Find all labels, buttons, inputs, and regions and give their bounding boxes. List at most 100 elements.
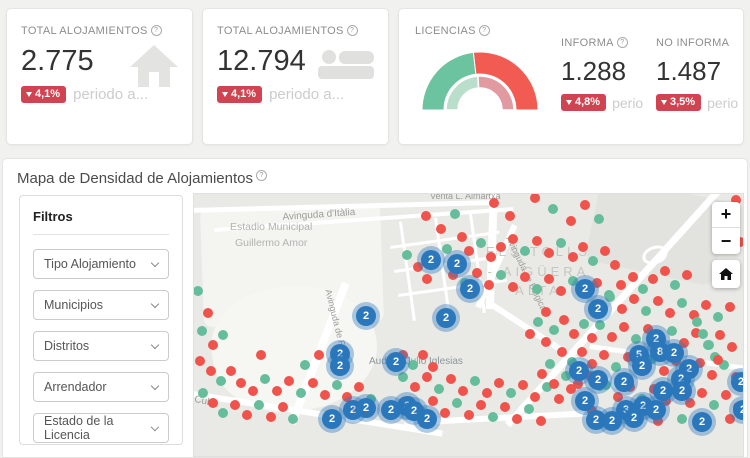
marker-red[interactable] — [530, 392, 540, 402]
marker-red[interactable] — [482, 388, 492, 398]
marker-red[interactable] — [599, 350, 609, 360]
marker-cluster[interactable]: 2 — [421, 250, 441, 270]
filter-dropdown[interactable]: Arrendador — [33, 372, 169, 402]
marker-green[interactable] — [548, 204, 558, 214]
marker-red[interactable] — [715, 330, 725, 340]
marker-red[interactable] — [607, 332, 617, 342]
marker-red[interactable] — [496, 242, 506, 252]
marker-green[interactable] — [533, 317, 543, 327]
marker-cluster[interactable]: 2 — [322, 409, 342, 429]
zoom-out-button[interactable]: − — [712, 228, 740, 254]
marker-green[interactable] — [709, 400, 719, 410]
marker-red[interactable] — [518, 380, 528, 390]
filter-dropdown[interactable]: Estado de la Licencia — [33, 413, 169, 443]
marker-cluster[interactable]: 2 — [569, 361, 589, 381]
marker-red[interactable] — [458, 386, 468, 396]
marker-red[interactable] — [494, 378, 504, 388]
marker-red[interactable] — [619, 322, 629, 332]
marker-green[interactable] — [442, 244, 452, 254]
marker-red[interactable] — [616, 280, 626, 290]
marker-green[interactable] — [218, 408, 228, 418]
marker-red[interactable] — [530, 193, 540, 203]
marker-red[interactable] — [418, 350, 428, 360]
marker-green[interactable] — [692, 317, 702, 327]
marker-red[interactable] — [242, 410, 252, 420]
marker-red[interactable] — [541, 307, 551, 317]
marker-green[interactable] — [254, 400, 264, 410]
marker-green[interactable] — [450, 209, 460, 219]
marker-green[interactable] — [667, 326, 677, 336]
marker-green[interactable] — [524, 404, 534, 414]
marker-green[interactable] — [670, 280, 680, 290]
marker-red[interactable] — [721, 390, 731, 400]
marker-cluster[interactable]: 2 — [672, 381, 692, 401]
marker-red[interactable] — [236, 378, 246, 388]
marker-red[interactable] — [476, 400, 486, 410]
marker-cluster[interactable]: 2 — [653, 381, 673, 401]
marker-red[interactable] — [665, 308, 675, 318]
marker-red[interactable] — [266, 412, 276, 422]
marker-cluster[interactable]: 2 — [624, 408, 644, 428]
marker-red[interactable] — [320, 390, 330, 400]
marker-green[interactable] — [296, 388, 306, 398]
marker-red[interactable] — [541, 337, 551, 347]
marker-red[interactable] — [410, 382, 420, 392]
marker-cluster[interactable]: 2 — [386, 352, 406, 372]
help-icon[interactable]: ? — [347, 25, 358, 36]
marker-red[interactable] — [578, 242, 588, 252]
marker-red[interactable] — [203, 308, 213, 318]
marker-green[interactable] — [402, 250, 412, 260]
marker-red[interactable] — [421, 211, 431, 221]
marker-red[interactable] — [464, 410, 474, 420]
marker-red[interactable] — [428, 396, 438, 406]
marker-red[interactable] — [278, 402, 288, 412]
marker-green[interactable] — [594, 214, 604, 224]
marker-red[interactable] — [284, 376, 294, 386]
marker-red[interactable] — [512, 414, 522, 424]
marker-red[interactable] — [697, 388, 707, 398]
marker-green[interactable] — [698, 329, 708, 339]
marker-green[interactable] — [470, 376, 480, 386]
help-icon[interactable]: ? — [479, 25, 490, 36]
marker-green[interactable] — [588, 256, 598, 266]
density-map[interactable]: + − Venta L. AlmartxaAvinguda d'ItàliaAv… — [193, 193, 744, 457]
marker-red[interactable] — [628, 272, 638, 282]
marker-red[interactable] — [230, 400, 240, 410]
marker-cluster[interactable]: 2 — [330, 356, 350, 376]
help-icon[interactable]: ? — [151, 25, 162, 36]
marker-cluster[interactable]: 2 — [356, 306, 376, 326]
marker-green[interactable] — [677, 414, 687, 424]
marker-green[interactable] — [496, 270, 506, 280]
marker-cluster[interactable]: 2 — [692, 412, 712, 432]
marker-red[interactable] — [629, 294, 639, 304]
marker-red[interactable] — [648, 274, 658, 284]
marker-green[interactable] — [549, 325, 559, 335]
marker-red[interactable] — [256, 350, 266, 360]
marker-red[interactable] — [544, 274, 554, 284]
marker-red[interactable] — [727, 342, 737, 352]
marker-green[interactable] — [193, 286, 203, 296]
marker-red[interactable] — [505, 211, 515, 221]
marker-green[interactable] — [197, 326, 207, 336]
marker-red[interactable] — [308, 378, 318, 388]
marker-green[interactable] — [300, 360, 310, 370]
marker-red[interactable] — [446, 374, 456, 384]
marker-red[interactable] — [440, 408, 450, 418]
marker-red[interactable] — [707, 370, 717, 380]
marker-red[interactable] — [436, 224, 446, 234]
marker-cluster[interactable]: 2 — [588, 370, 608, 390]
marker-red[interactable] — [472, 268, 482, 278]
marker-red[interactable] — [713, 355, 723, 365]
home-button[interactable] — [712, 260, 740, 288]
marker-green[interactable] — [260, 374, 270, 384]
marker-green[interactable] — [476, 238, 486, 248]
marker-green[interactable] — [452, 398, 462, 408]
marker-green[interactable] — [611, 362, 621, 372]
marker-red[interactable] — [701, 300, 711, 310]
marker-green[interactable] — [641, 306, 651, 316]
marker-red[interactable] — [457, 232, 467, 242]
marker-red[interactable] — [486, 252, 496, 262]
marker-cluster[interactable]: 2 — [731, 372, 744, 392]
marker-red[interactable] — [208, 398, 218, 408]
marker-cluster[interactable]: 2 — [646, 400, 666, 420]
